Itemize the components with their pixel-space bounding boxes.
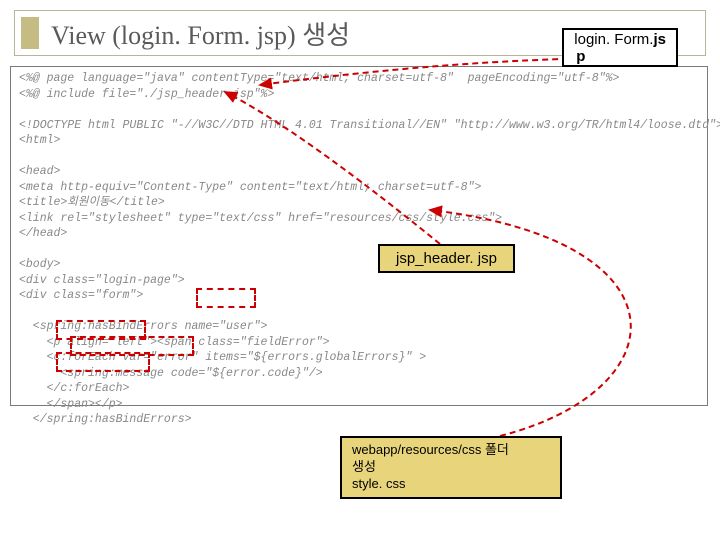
- callout-css-line1: webapp/resources/css 폴더: [352, 442, 550, 459]
- callout-jsp-header: jsp_header. jsp: [378, 244, 515, 273]
- highlight-user: [196, 288, 256, 308]
- file-label-ext-top: js: [653, 31, 666, 48]
- callout-css-folder: webapp/resources/css 폴더 생성 style. css: [340, 436, 562, 499]
- callout-css-line3: style. css: [352, 476, 550, 493]
- callout-css-line2: 생성: [352, 459, 550, 476]
- page-title: View (login. Form. jsp) 생성: [51, 15, 350, 52]
- title-accent: [21, 17, 39, 49]
- callout-jsp-header-text: jsp_header. jsp: [396, 250, 497, 267]
- code-block: <%@ page language="java" contentType="te…: [11, 67, 707, 432]
- highlight-foreach-close: [56, 352, 150, 372]
- file-label-name: login. Form.: [574, 31, 653, 48]
- file-label-ext-bottom: p: [574, 49, 666, 66]
- file-label-loginform: login. Form.js p: [562, 28, 678, 67]
